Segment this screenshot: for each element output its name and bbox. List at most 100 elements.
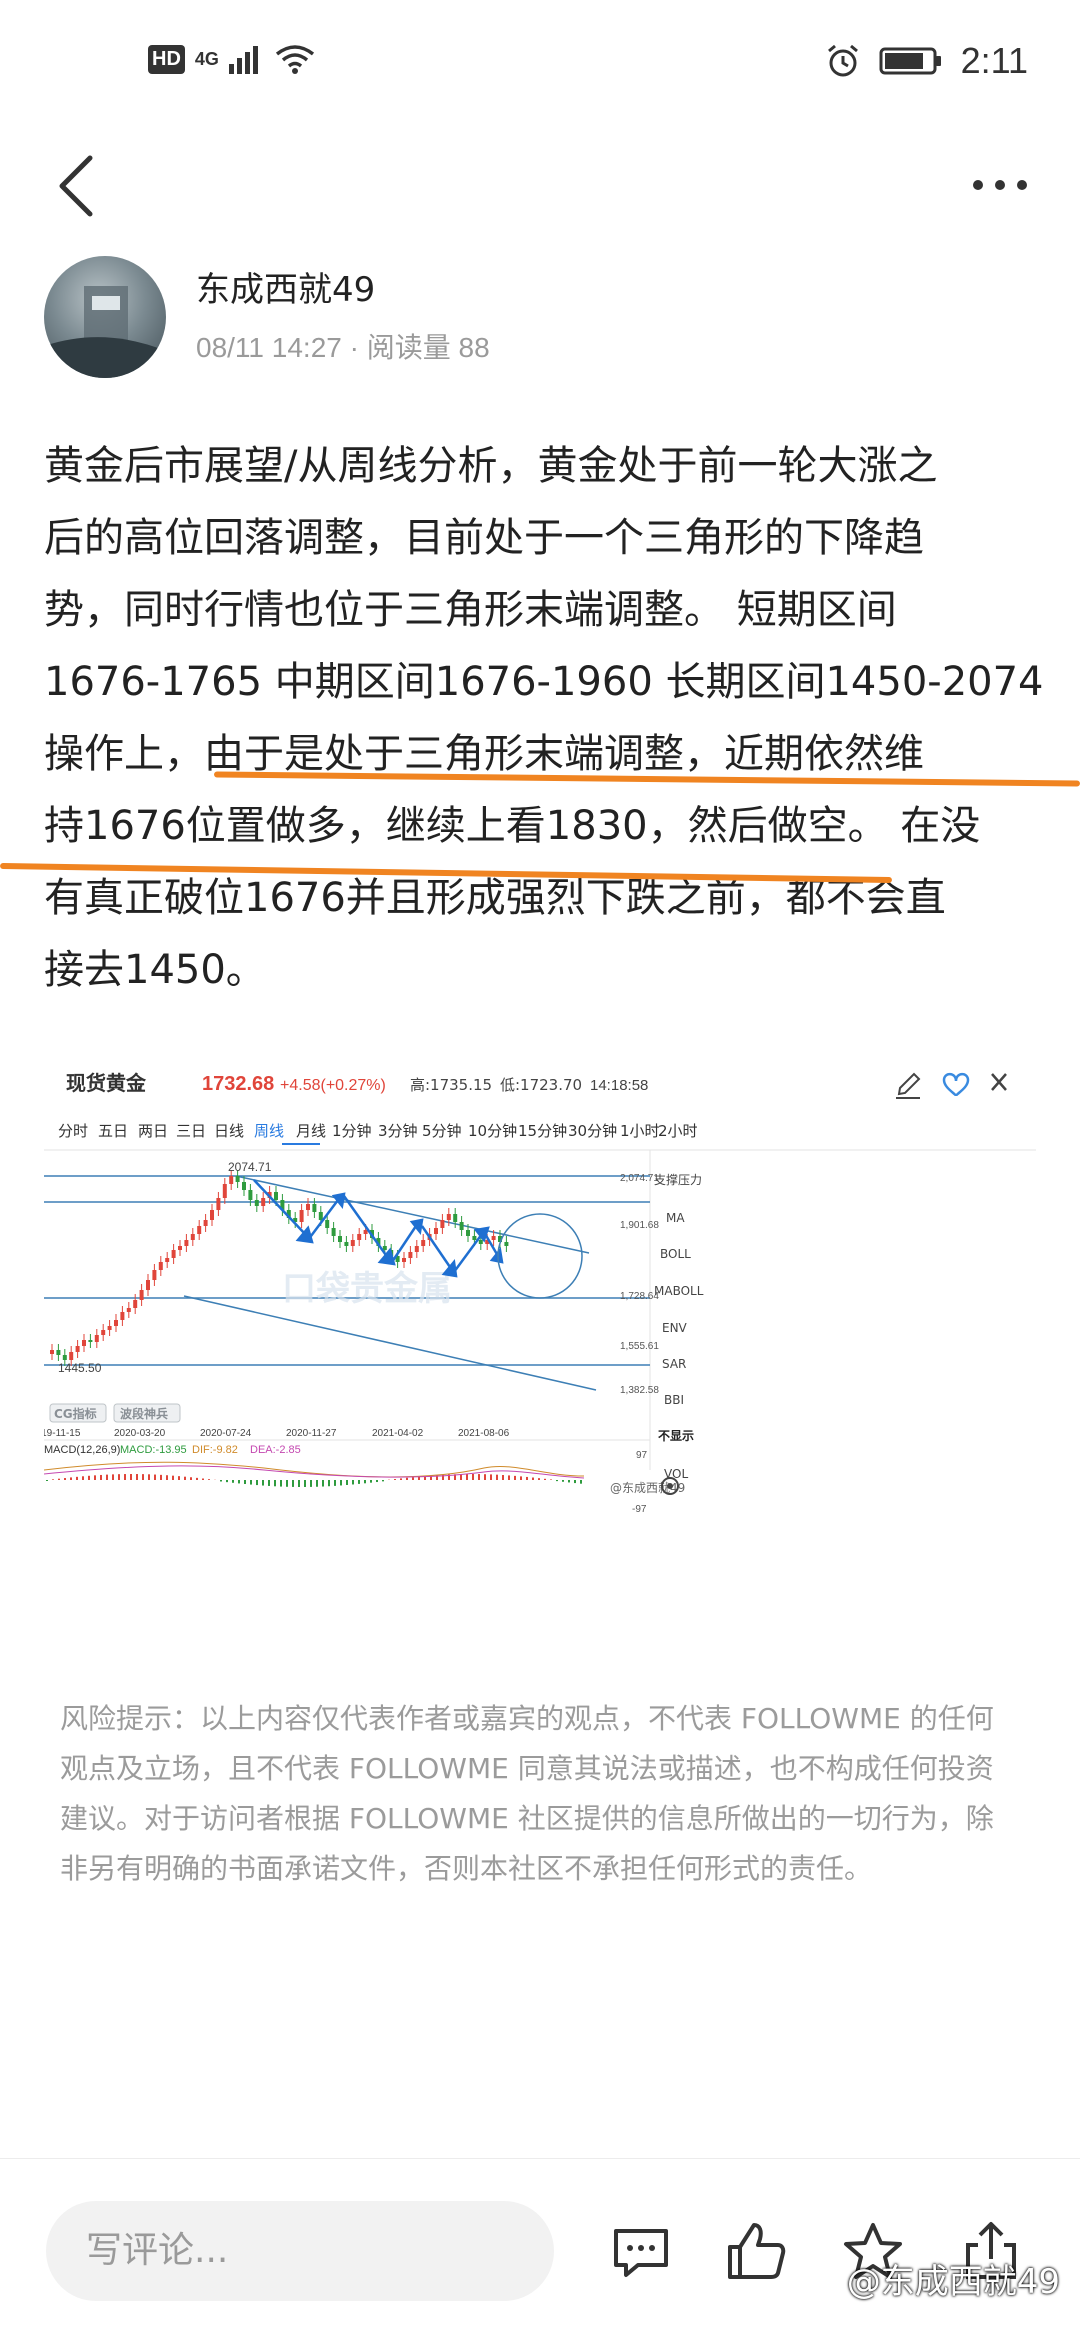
macd-bar <box>64 1478 66 1480</box>
macd-bar <box>298 1480 300 1487</box>
macd-bar <box>58 1478 60 1480</box>
macd-bar <box>346 1480 348 1485</box>
candle-body <box>274 1192 278 1200</box>
menu-sar[interactable]: SAR <box>662 1357 686 1371</box>
chart-title: 现货黄金 <box>66 1071 147 1095</box>
macd-bar <box>82 1476 84 1480</box>
macd-bar <box>358 1480 360 1484</box>
avatar[interactable] <box>44 256 166 378</box>
article-line: 势，同时行情也位于三角形末端调整。 短期区间 <box>44 587 897 633</box>
macd-bar <box>178 1476 180 1480</box>
macd-bar <box>340 1480 342 1486</box>
tab-15min[interactable]: 15分钟 <box>518 1122 567 1140</box>
menu-hide[interactable]: 不显示 <box>658 1429 694 1443</box>
macd-bar <box>268 1480 270 1486</box>
macd-bottom: -97 <box>632 1504 647 1515</box>
tab-10min[interactable]: 10分钟 <box>468 1122 517 1140</box>
candle-body <box>171 1250 176 1258</box>
menu-ma[interactable]: MA <box>666 1211 685 1225</box>
svg-text:2020-03-20: 2020-03-20 <box>114 1428 166 1439</box>
menu-bbi[interactable]: BBI <box>664 1393 684 1407</box>
macd-bar <box>502 1475 504 1480</box>
dif-value: DIF:-9.82 <box>192 1444 238 1456</box>
comment-icon[interactable] <box>608 2219 674 2285</box>
candle-body <box>94 1335 99 1342</box>
risk-notice: 风险提示：以上内容仅代表作者或嘉宾的观点，不代表 FOLLOWME 的任何观点及… <box>60 1702 994 1885</box>
macd-bar <box>370 1480 372 1483</box>
candle-body <box>69 1352 74 1360</box>
macd-bar <box>166 1475 168 1480</box>
tab-1hour[interactable]: 1小时 <box>620 1122 660 1140</box>
tab-daily[interactable]: 日线 <box>214 1122 244 1140</box>
author-name[interactable]: 东成西就49 <box>196 262 375 311</box>
candle-body <box>101 1330 106 1335</box>
macd-bar <box>196 1477 198 1480</box>
macd-bar <box>406 1477 408 1480</box>
macd-bar <box>70 1477 72 1480</box>
candle-body <box>50 1350 54 1354</box>
chart-high: 高:1735.15 <box>410 1076 492 1094</box>
candle-body <box>318 1212 323 1220</box>
badge-cg: CG指标 <box>54 1406 97 1421</box>
dea-value: DEA:-2.85 <box>250 1444 301 1456</box>
hd-badge: HD <box>148 44 185 74</box>
edit-icon[interactable] <box>896 1072 921 1099</box>
close-icon[interactable] <box>991 1073 1007 1091</box>
menu-env[interactable]: ENV <box>662 1321 688 1335</box>
macd-bar <box>208 1479 210 1480</box>
indicator-menu: 支撑压力 MA BOLL MABOLL ENV SAR BBI 不显示 VOL <box>654 1172 704 1481</box>
chart-change: +4.58(+0.27%) <box>280 1077 386 1094</box>
macd-bar <box>538 1478 540 1480</box>
more-button[interactable] <box>960 160 1040 210</box>
macd-bar <box>352 1480 354 1485</box>
candle-body <box>459 1222 464 1230</box>
tab-5day[interactable]: 五日 <box>98 1122 128 1140</box>
tab-3min[interactable]: 3分钟 <box>378 1122 418 1140</box>
article-line: 后的高位回落调整，目前处于一个三角形的下降趋 <box>44 515 924 561</box>
svg-text:2021-08-06: 2021-08-06 <box>458 1428 510 1439</box>
tab-1min[interactable]: 1分钟 <box>332 1122 372 1140</box>
candle-body <box>248 1190 253 1200</box>
highlight-circle <box>497 1213 583 1299</box>
macd-bar <box>334 1480 336 1486</box>
tab-2hour[interactable]: 2小时 <box>658 1122 698 1140</box>
menu-maboll[interactable]: MABOLL <box>654 1284 704 1298</box>
tab-fenshi[interactable]: 分时 <box>58 1122 88 1140</box>
article-line: 接去1450。 <box>44 947 266 993</box>
macd-bar <box>232 1480 234 1483</box>
macd-bar <box>94 1475 96 1480</box>
chart-image[interactable]: 现货黄金 . 1732.68 +4.58(+0.27%) 高:1735.15 低… <box>44 1050 1036 1520</box>
author-header: 东成西就49 08/11 14:27 · 阅读量 88 <box>44 256 1044 380</box>
back-button[interactable] <box>50 150 110 220</box>
candle-body <box>421 1240 426 1246</box>
candle-body <box>210 1210 214 1220</box>
battery-icon <box>879 47 941 75</box>
macd-bar <box>250 1480 252 1485</box>
candle-body <box>434 1228 438 1234</box>
trend-arrows <box>253 1179 504 1278</box>
tab-30min[interactable]: 30分钟 <box>568 1122 617 1140</box>
comment-input[interactable]: 写评论... <box>46 2201 554 2301</box>
status-right: 2:11 <box>825 40 1028 82</box>
candle-body <box>408 1252 413 1258</box>
like-icon[interactable] <box>724 2219 790 2285</box>
more-dot-icon <box>995 180 1005 190</box>
wifi-icon <box>275 45 314 74</box>
top-nav <box>0 140 1080 230</box>
tab-weekly[interactable]: 周线 <box>254 1122 284 1140</box>
macd-bar <box>244 1480 246 1485</box>
tab-5min[interactable]: 5分钟 <box>422 1122 462 1140</box>
menu-boll[interactable]: BOLL <box>660 1247 691 1261</box>
macd-bar <box>112 1474 114 1480</box>
tab-monthly[interactable]: 月线 <box>296 1122 326 1140</box>
tab-3day[interactable]: 三日 <box>176 1122 206 1140</box>
macd-bar <box>142 1474 144 1480</box>
macd-bar <box>496 1474 498 1480</box>
macd-bar <box>88 1475 90 1480</box>
candle-body <box>261 1198 266 1206</box>
candle-body <box>402 1258 406 1262</box>
menu-support[interactable]: 支撑压力 <box>654 1172 702 1187</box>
tab-2day[interactable]: 两日 <box>138 1122 168 1140</box>
heart-icon[interactable] <box>942 1072 970 1097</box>
macd-bar <box>544 1478 546 1480</box>
